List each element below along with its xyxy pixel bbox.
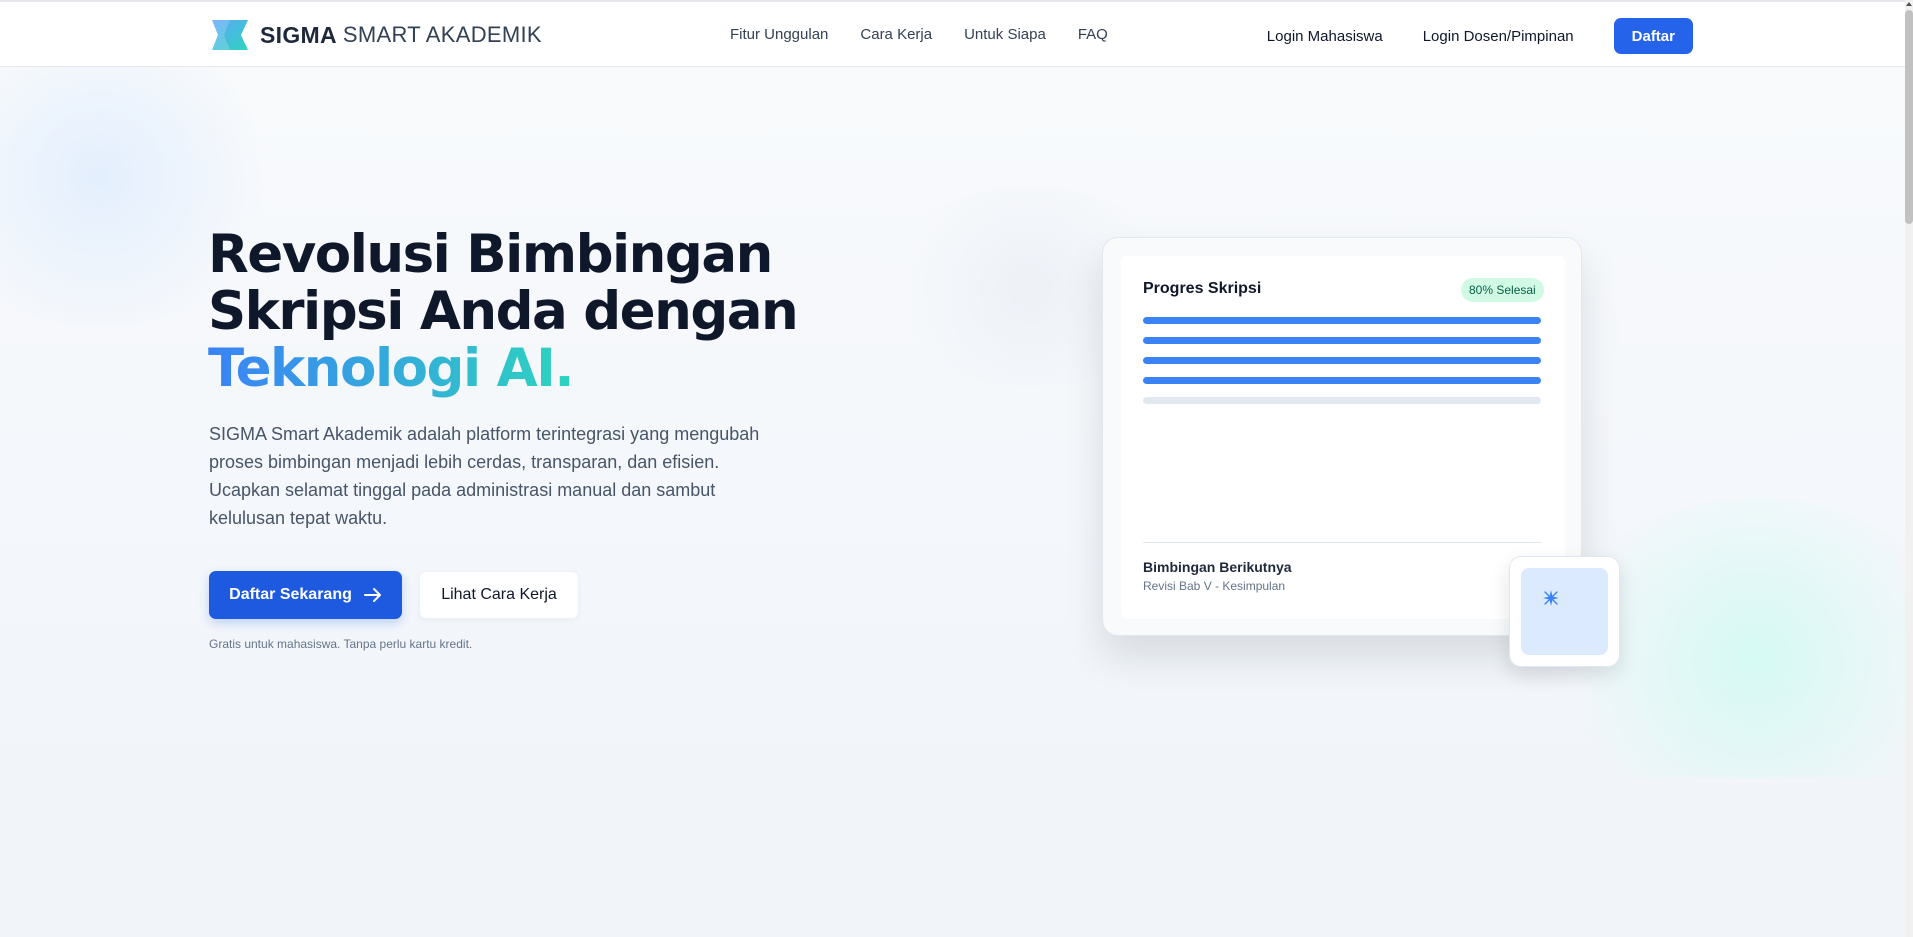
floating-ai-card-panel <box>1521 568 1608 655</box>
progress-bar-pending <box>1143 397 1541 404</box>
page-scrollbar[interactable] <box>1905 0 1913 937</box>
hero-fineprint: Gratis untuk mahasiswa. Tanpa perlu kart… <box>209 637 473 651</box>
scroll-up-icon[interactable] <box>1905 0 1913 8</box>
floating-ai-card <box>1509 556 1620 667</box>
arrow-right-icon <box>363 587 382 603</box>
sparkle-icon <box>1543 590 1559 606</box>
card-divider <box>1143 542 1541 543</box>
daftar-sekarang-button[interactable]: Daftar Sekarang <box>209 571 402 619</box>
progress-card-body: Progres Skripsi 80% Selesai Bimbingan Be… <box>1121 256 1565 619</box>
hero-headline: Revolusi Bimbingan Skripsi Anda dengan T… <box>208 226 828 397</box>
login-mahasiswa-link[interactable]: Login Mahasiswa <box>1267 28 1383 45</box>
headline-line-2: Skripsi Anda dengan <box>208 281 799 342</box>
top-nav: SIGMA SMART AKADEMIK Fitur Unggulan Cara… <box>0 0 1905 67</box>
status-badge: 80% Selesai <box>1461 278 1544 302</box>
nav-link-fitur-unggulan[interactable]: Fitur Unggulan <box>730 26 828 43</box>
sigma-flag-icon <box>212 20 248 50</box>
nav-link-faq[interactable]: FAQ <box>1078 26 1108 43</box>
progress-bar-complete <box>1143 357 1541 364</box>
daftar-button[interactable]: Daftar <box>1613 18 1693 54</box>
login-dosen-link[interactable]: Login Dosen/Pimpinan <box>1423 28 1574 45</box>
progress-card-title: Progres Skripsi <box>1143 280 1262 297</box>
brand-name-bold: SIGMA <box>260 21 337 48</box>
lihat-cara-kerja-button[interactable]: Lihat Cara Kerja <box>419 571 579 619</box>
next-session-title: Bimbingan Berikutnya <box>1143 559 1292 575</box>
nav-link-untuk-siapa[interactable]: Untuk Siapa <box>964 26 1046 43</box>
progress-bar-complete <box>1143 377 1541 384</box>
brand-name-light: SMART AKADEMIK <box>342 22 542 47</box>
nav-auth: Login Mahasiswa Login Dosen/Pimpinan Daf… <box>1267 18 1693 54</box>
scrollbar-thumb[interactable] <box>1905 10 1913 224</box>
nav-link-cara-kerja[interactable]: Cara Kerja <box>860 26 932 43</box>
next-session-subtitle: Revisi Bab V - Kesimpulan <box>1143 579 1286 593</box>
nav-links: Fitur Unggulan Cara Kerja Untuk Siapa FA… <box>730 26 1140 43</box>
progress-bar-complete <box>1143 337 1541 344</box>
brand-logo[interactable]: SIGMA SMART AKADEMIK <box>210 18 542 52</box>
progress-bar-complete <box>1143 317 1541 324</box>
daftar-sekarang-label: Daftar Sekarang <box>229 586 352 603</box>
headline-line-1: Revolusi Bimbingan <box>208 224 773 285</box>
hero-description: SIGMA Smart Akademik adalah platform ter… <box>209 424 760 528</box>
headline-accent: Teknologi AI. <box>208 338 574 399</box>
